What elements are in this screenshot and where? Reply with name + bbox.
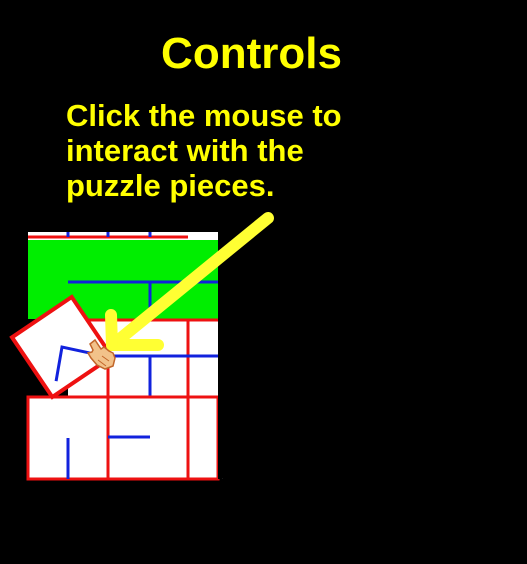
board-edge xyxy=(218,240,232,479)
puzzle-piece-top-strip[interactable] xyxy=(28,232,218,240)
puzzle-board xyxy=(9,212,274,481)
puzzle-piece-bottom[interactable] xyxy=(26,395,223,481)
